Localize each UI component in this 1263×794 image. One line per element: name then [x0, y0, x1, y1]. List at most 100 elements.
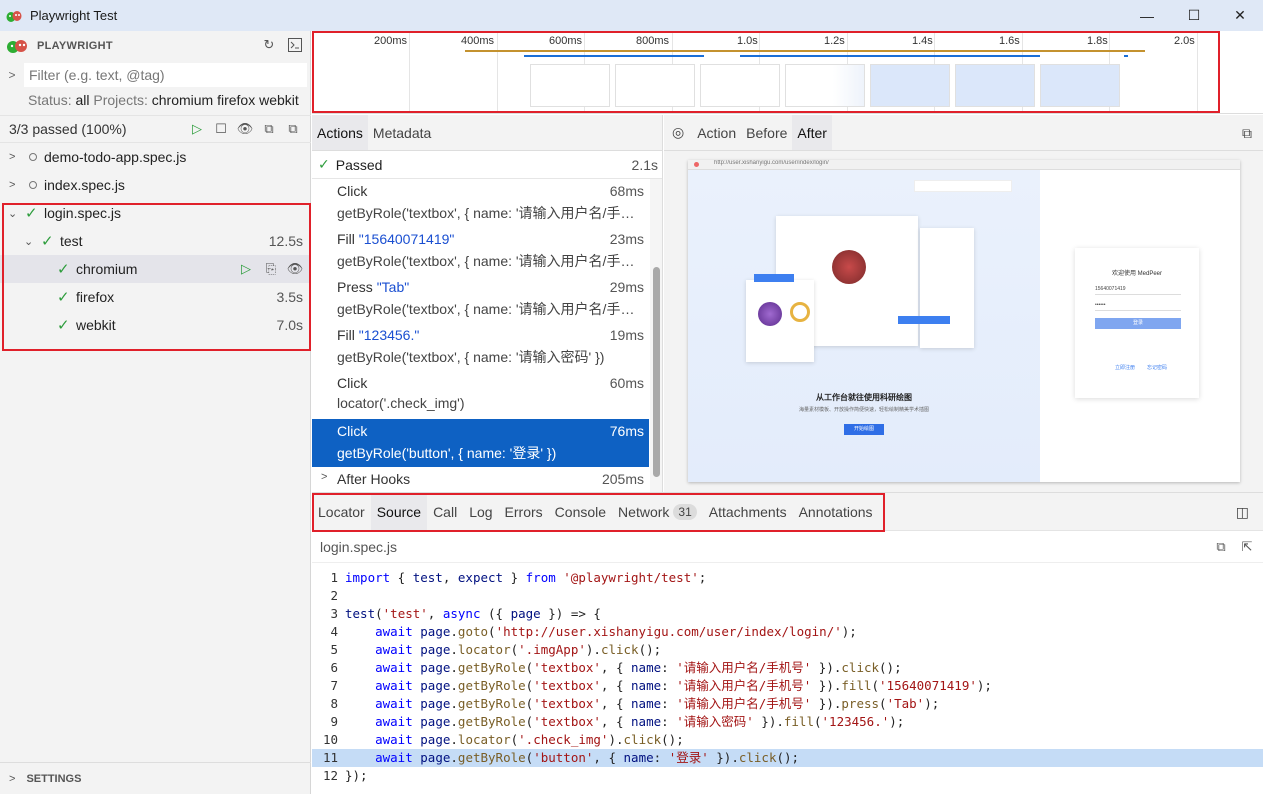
window-title: Playwright Test	[30, 8, 118, 23]
terminal-icon[interactable]	[287, 37, 303, 53]
tree-test[interactable]: ⌄ ✓ test 12.5s	[0, 227, 311, 255]
filmstrip-frame[interactable]	[785, 64, 865, 107]
maximize-button[interactable]: ☐	[1171, 0, 1217, 31]
snapshot-login-link: 忘记密码	[1147, 365, 1168, 371]
bottom-panel: Locator Source Call Log Errors Console N…	[312, 492, 1263, 794]
action-item[interactable]: Click 60ms locator('.check_img')	[312, 371, 649, 419]
code-text: await page.locator('.imgApp').click();	[375, 642, 662, 657]
code-text: await page.getByRole('button', { name: '…	[375, 750, 800, 765]
run-all-icon[interactable]: ▷	[189, 121, 205, 137]
filmstrip-frame[interactable]	[530, 64, 610, 107]
tab-network[interactable]: Network 31	[612, 493, 703, 530]
tab-action[interactable]: Action	[692, 115, 741, 150]
timeline-tick-label: 200ms	[374, 35, 408, 47]
tab-call[interactable]: Call	[427, 493, 463, 530]
go-to-source-icon[interactable]: ⎘	[263, 261, 279, 277]
status-filter-summary[interactable]: Status: all Projects: chromium firefox w…	[28, 92, 299, 108]
action-duration: 19ms	[609, 327, 644, 343]
line-number: 4	[330, 624, 338, 639]
filmstrip-frame[interactable]	[615, 64, 695, 107]
after-hooks-item[interactable]: > After Hooks 205ms	[312, 467, 649, 491]
stop-icon[interactable]: ☐	[213, 121, 229, 137]
action-detail: getByRole('textbox', { name: '请输入密码' })	[337, 349, 605, 365]
detail-tabs: Locator Source Call Log Errors Console N…	[312, 493, 1263, 531]
action-item[interactable]: Fill "123456." 19ms getByRole('textbox',…	[312, 323, 649, 371]
snapshot-login-title: 欢迎使用 MedPeer	[1111, 271, 1162, 277]
code-text: test('test', async ({ page }) => {	[345, 606, 601, 621]
settings-section[interactable]: > SETTINGS	[0, 762, 311, 794]
filmstrip-frame[interactable]	[700, 64, 780, 107]
maximize-icon: ☐	[1187, 7, 1201, 23]
snapshot-hero-button: 开始绘图	[844, 424, 884, 435]
after-hooks-label: After Hooks	[337, 471, 411, 487]
tab-actions[interactable]: Actions	[312, 115, 368, 150]
snapshot-frame[interactable]: http://user.xishanyigu.com/user/index/lo…	[688, 160, 1240, 482]
tab-before[interactable]: Before	[741, 115, 792, 150]
line-number: 12	[322, 768, 338, 783]
action-duration: 23ms	[609, 231, 644, 247]
filmstrip-frame[interactable]	[870, 64, 950, 107]
tab-attachments[interactable]: Attachments	[703, 493, 793, 530]
action-item-selected[interactable]: Click 76ms getByRole('button', { name: '…	[312, 419, 649, 467]
filmstrip-frame[interactable]	[955, 64, 1035, 107]
snapshot-login-side: 欢迎使用 MedPeer 15640071419 •••••• 登录 立即注册 …	[1040, 170, 1240, 482]
timeline-tick-label: 1.4s	[912, 35, 933, 47]
close-button[interactable]: ✕	[1217, 0, 1263, 31]
tree-label: login.spec.js	[44, 205, 122, 221]
filter-input[interactable]	[24, 63, 307, 87]
snapshot-login-pass: ••••••	[1095, 302, 1181, 311]
snapshot-login-card: 欢迎使用 MedPeer 15640071419 •••••• 登录 立即注册 …	[1075, 248, 1199, 398]
tab-console[interactable]: Console	[549, 493, 612, 530]
tab-annotations[interactable]: Annotations	[793, 493, 879, 530]
open-external-icon[interactable]: ⧉	[1237, 115, 1257, 151]
action-title: Fill	[337, 231, 359, 247]
actions-scrollbar-thumb[interactable]	[653, 267, 660, 477]
timeline-bar	[1124, 55, 1128, 57]
timeline-tick-label: 600ms	[549, 35, 583, 47]
tree-file-login[interactable]: ⌄ ✓ login.spec.js	[0, 199, 311, 227]
tree-project-webkit[interactable]: ✓ webkit 7.0s	[0, 311, 311, 339]
watch-icon[interactable]: 👁	[287, 261, 304, 277]
code-line: 3 test('test', async ({ page }) => {	[312, 605, 1263, 623]
toggle-layout-icon[interactable]: ◫	[1230, 493, 1255, 531]
timeline[interactable]: 200ms 400ms 600ms 800ms 1.0s 1.2s 1.4s 1…	[312, 31, 1263, 114]
tab-locator[interactable]: Locator	[312, 493, 371, 530]
filmstrip-frame[interactable]	[1040, 64, 1120, 107]
collapse-all-icon[interactable]: ⧉	[261, 121, 277, 137]
line-number: 2	[330, 588, 338, 603]
tab-source[interactable]: Source	[370, 493, 428, 530]
tree-project-chromium[interactable]: ✓ chromium ▷ ⎘ 👁	[0, 255, 311, 283]
tab-after[interactable]: After	[792, 115, 832, 150]
actions-panel: Actions Metadata ✓ Passed 2.1s Click 68m…	[312, 115, 663, 492]
passed-check-icon: ✓	[318, 156, 330, 172]
tree-duration: 12.5s	[268, 233, 303, 249]
minimize-button[interactable]: —	[1124, 0, 1170, 31]
tab-network-label: Network	[618, 503, 670, 520]
tree-file-demo-todo-app[interactable]: > demo-todo-app.spec.js	[0, 143, 311, 171]
tab-metadata[interactable]: Metadata	[368, 115, 436, 150]
code-text: await page.goto('http://user.xishanyigu.…	[375, 624, 857, 639]
action-item[interactable]: Click 68ms getByRole('textbox', { name: …	[312, 179, 649, 227]
passed-check-icon: ✓	[57, 261, 70, 278]
watch-all-icon[interactable]: 👁	[237, 121, 254, 137]
open-external-icon[interactable]: ⇱	[1239, 539, 1255, 555]
browser-dot-icon	[694, 162, 699, 167]
sidebar: PLAYWRIGHT ↻ > Status: all Projects: chr…	[0, 31, 311, 794]
reload-icon[interactable]: ↻	[261, 37, 277, 53]
tree-project-firefox[interactable]: ✓ firefox 3.5s	[0, 283, 311, 311]
chevron-right-icon[interactable]: >	[0, 68, 24, 82]
action-item[interactable]: Fill "15640071419" 23ms getByRole('textb…	[312, 227, 649, 275]
title-bar: Playwright Test — ☐ ✕	[0, 0, 1263, 31]
actions-status: Passed	[335, 156, 383, 173]
snapshot-tabs: ◎ Action Before After ⧉	[664, 115, 1263, 151]
copy-icon[interactable]: ⧉	[1213, 539, 1229, 555]
tree-file-index[interactable]: > index.spec.js	[0, 171, 311, 199]
action-duration: 68ms	[609, 183, 644, 199]
run-icon[interactable]: ▷	[238, 261, 254, 277]
pick-locator-icon[interactable]: ◎	[664, 115, 692, 150]
action-item[interactable]: Press "Tab" 29ms getByRole('textbox', { …	[312, 275, 649, 323]
expand-all-icon[interactable]: ⧉	[285, 121, 301, 137]
action-detail: locator('.check_img')	[337, 395, 465, 411]
tab-log[interactable]: Log	[463, 493, 498, 530]
tab-errors[interactable]: Errors	[499, 493, 549, 530]
